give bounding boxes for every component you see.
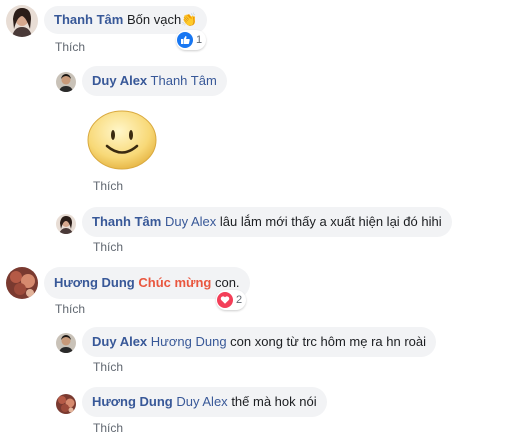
- reaction-count: 1: [196, 34, 203, 46]
- avatar-huong-dung-image: [6, 267, 38, 299]
- comment-mention[interactable]: Hương Dung: [151, 334, 227, 349]
- comment-text: thế mà hok nói: [231, 394, 317, 409]
- avatar[interactable]: [56, 394, 76, 414]
- like-link[interactable]: Thích: [55, 302, 85, 316]
- comment-highlight: Chúc mừng: [138, 275, 212, 290]
- comment-mention[interactable]: Thanh Tâm: [151, 73, 217, 88]
- like-link[interactable]: Thích: [93, 179, 123, 193]
- like-link[interactable]: Thích: [55, 40, 85, 54]
- comment-bubble: Thanh Tâm Duy Alex lâu lắm mới thấy a xu…: [82, 207, 452, 237]
- comment-mention[interactable]: Duy Alex: [165, 214, 216, 229]
- comment-author[interactable]: Hương Dung: [54, 275, 135, 290]
- avatar-duy-alex-image: [56, 333, 76, 353]
- comment-author[interactable]: Duy Alex: [92, 73, 147, 88]
- like-link[interactable]: Thích: [93, 360, 123, 374]
- avatar[interactable]: [6, 267, 38, 299]
- clapping-hands-icon: 👏: [181, 12, 198, 27]
- comment-mention[interactable]: Duy Alex: [176, 394, 227, 409]
- reaction-summary[interactable]: 2: [216, 290, 247, 310]
- comment-author[interactable]: Duy Alex: [92, 334, 147, 349]
- thumbs-up-icon: [177, 32, 193, 48]
- comment-text: Bốn vạch: [126, 12, 182, 27]
- comment-author[interactable]: Thanh Tâm: [54, 12, 123, 27]
- comment-text: lâu lắm mới thấy a xuất hiện lại đó hihi: [219, 214, 442, 229]
- reaction-count: 2: [236, 294, 243, 306]
- reaction-summary[interactable]: 1: [176, 30, 207, 50]
- avatar[interactable]: [56, 72, 76, 92]
- smiley-face-sticker: [86, 109, 158, 171]
- comment-bubble: Hương Dung Duy Alex thế mà hok nói: [82, 387, 327, 417]
- comment-text: con.: [214, 275, 240, 290]
- avatar[interactable]: [56, 333, 76, 353]
- comment-text: con xong từ trc hôm mẹ ra hn roài: [230, 334, 427, 349]
- comment-bubble: Duy Alex Hương Dung con xong từ trc hôm …: [82, 327, 437, 357]
- avatar-huong-dung-image: [56, 394, 76, 414]
- like-link[interactable]: Thích: [93, 421, 123, 435]
- like-link[interactable]: Thích: [93, 240, 123, 254]
- avatar[interactable]: [6, 5, 38, 37]
- comment-author[interactable]: Hương Dung: [92, 394, 173, 409]
- heart-icon: [217, 292, 233, 308]
- avatar[interactable]: [56, 214, 76, 234]
- avatar-duy-alex-image: [56, 72, 76, 92]
- comment-bubble: Duy Alex Thanh Tâm: [82, 66, 227, 96]
- comment-author[interactable]: Thanh Tâm: [92, 214, 161, 229]
- avatar-thanh-tam-image: [6, 5, 38, 37]
- avatar-thanh-tam-image: [56, 214, 76, 234]
